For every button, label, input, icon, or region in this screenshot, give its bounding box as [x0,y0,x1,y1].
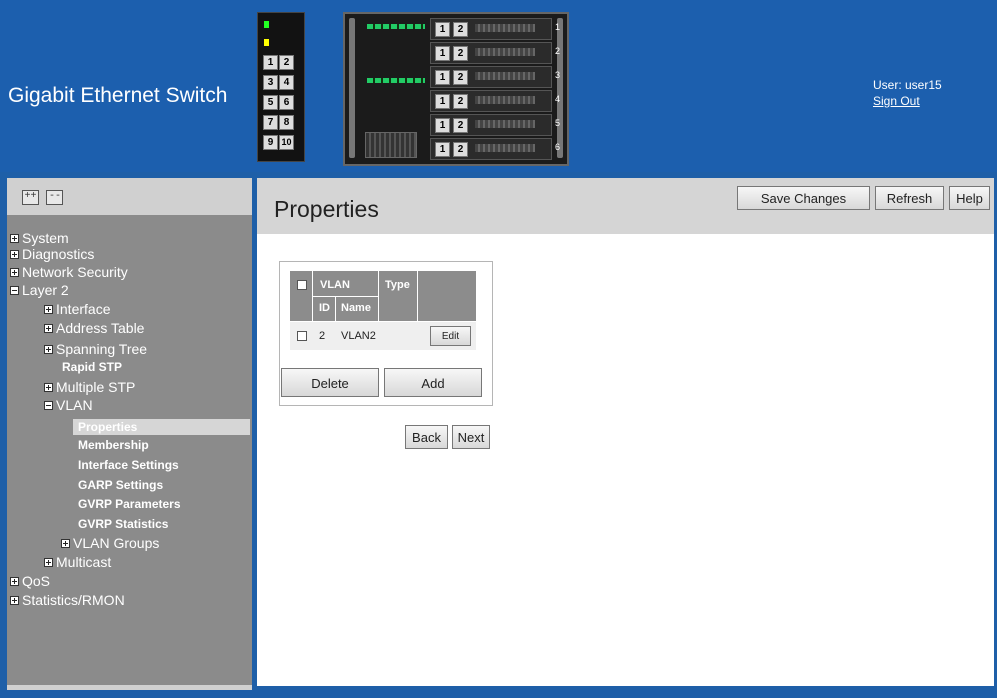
col-type: Type [385,279,410,291]
expand-icon [10,267,19,277]
expand-icon [10,595,19,605]
edit-button[interactable]: Edit [430,326,471,346]
title-bar: Properties Save Changes Refresh Help [257,178,994,234]
header-banner: Gigabit Ethernet Switch 1 2 3 4 5 6 7 8 … [0,0,997,172]
content-area: Properties Save Changes Refresh Help VLA… [257,178,994,686]
sign-out-link[interactable]: Sign Out [873,93,942,109]
table-row: 2 VLAN2 Edit [290,322,476,350]
back-button[interactable]: Back [405,425,448,449]
nav-network-security[interactable]: Network Security [10,264,128,280]
refresh-button[interactable]: Refresh [875,186,944,210]
switch-unit-image-small: 1 2 3 4 5 6 7 8 9 10 [257,12,305,162]
page-title: Properties [274,196,379,222]
nav-tree: System Diagnostics Network Security Laye… [7,215,252,685]
collapse-icon [44,400,53,410]
nav-interface-settings[interactable]: Interface Settings [78,457,179,473]
row-checkbox[interactable] [297,331,307,341]
nav-vlan[interactable]: VLAN [44,397,93,413]
app-title: Gigabit Ethernet Switch [8,84,228,107]
nav-multicast[interactable]: Multicast [44,554,111,570]
nav-layer-2[interactable]: Layer 2 [10,282,69,298]
nav-rapid-stp[interactable]: Rapid STP [62,359,122,375]
col-name: Name [341,302,371,314]
expand-icon [10,249,19,259]
expand-icon [10,233,19,243]
save-changes-button[interactable]: Save Changes [737,186,870,210]
nav-garp-settings[interactable]: GARP Settings [78,477,163,493]
nav-diagnostics[interactable]: Diagnostics [10,246,94,262]
col-vlan: VLAN [320,279,350,291]
switch-stack-image: 121 122 123 124 125 126 [343,12,569,166]
expand-icon [44,304,53,314]
nav-spanning-tree[interactable]: Spanning Tree [44,341,147,357]
expand-all-button[interactable]: ++ [22,190,39,205]
nav-statistics-rmon[interactable]: Statistics/RMON [10,592,125,608]
help-button[interactable]: Help [949,186,990,210]
expand-icon [10,576,19,586]
nav-properties[interactable]: Properties [73,419,250,435]
nav-address-table[interactable]: Address Table [44,320,144,336]
vlan-table-panel: VLAN ID Name Type 2 VLAN2 Edit Delete Ad… [279,261,493,406]
col-id: ID [319,302,330,314]
expand-icon [44,344,53,354]
select-all-checkbox[interactable] [297,280,307,290]
nav-qos[interactable]: QoS [10,573,50,589]
row-id: 2 [319,330,326,342]
collapse-icon [10,285,19,295]
table-header: VLAN ID Name Type [290,271,476,321]
nav-system[interactable]: System [10,230,69,246]
add-button[interactable]: Add [384,368,482,397]
tree-controls: ++ -- [22,185,66,205]
delete-button[interactable]: Delete [281,368,379,397]
row-name: VLAN2 [341,330,376,342]
nav-vlan-groups[interactable]: VLAN Groups [61,535,159,551]
nav-gvrp-statistics[interactable]: GVRP Statistics [78,516,168,532]
collapse-all-button[interactable]: -- [46,190,64,205]
expand-icon [44,557,53,567]
expand-icon [61,538,70,548]
nav-membership[interactable]: Membership [78,437,149,453]
user-label: User: user15 [873,78,942,92]
user-info: User: user15 Sign Out [873,77,942,109]
expand-icon [44,323,53,333]
nav-gvrp-parameters[interactable]: GVRP Parameters [78,496,181,512]
expand-icon [44,382,53,392]
nav-multiple-stp[interactable]: Multiple STP [44,379,135,395]
next-button[interactable]: Next [452,425,490,449]
nav-interface[interactable]: Interface [44,301,110,317]
